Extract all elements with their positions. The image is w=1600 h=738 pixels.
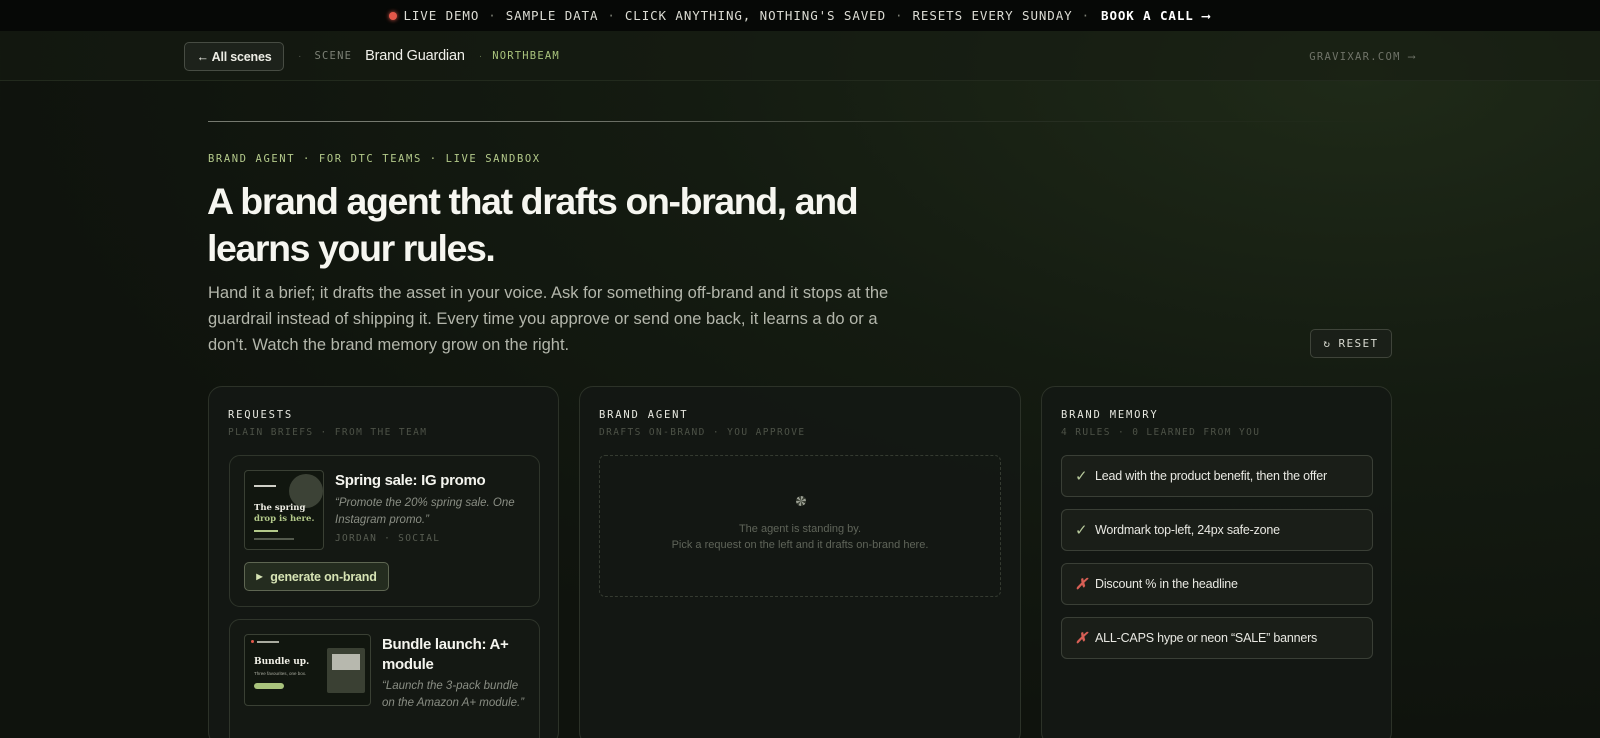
panel-subtitle: DRAFTS ON-BRAND · YOU APPROVE bbox=[599, 427, 806, 438]
request-title: Spring sale: IG promo bbox=[335, 472, 486, 489]
empty-state-title: The agent is standing by. bbox=[738, 523, 862, 535]
thumbnail-headline: The spring drop is here. bbox=[254, 503, 315, 524]
memory-rule-dont: ✗ ALL-CAPS hype or neon “SALE” banners bbox=[1061, 617, 1373, 659]
hero-divider bbox=[208, 121, 1391, 122]
thumbnail-wordmark bbox=[254, 485, 276, 487]
panel-title: BRAND MEMORY bbox=[1061, 409, 1159, 421]
scene-name: Brand Guardian bbox=[365, 48, 465, 64]
site-link[interactable]: GRAVIXAR.COM ⟶ bbox=[1309, 51, 1416, 63]
memory-rule-do: ✓ Lead with the product benefit, then th… bbox=[1061, 455, 1373, 497]
asset-thumbnail: Bundle up. Three favourites, one box. bbox=[244, 634, 371, 706]
breadcrumb: · SCENE Brand Guardian · NORTHBEAM bbox=[298, 48, 560, 64]
rule-text: ALL-CAPS hype or neon “SALE” banners bbox=[1095, 631, 1318, 645]
play-icon: ▶ bbox=[256, 572, 263, 581]
thumbnail-caption bbox=[254, 538, 294, 540]
cross-icon: ✗ bbox=[1075, 630, 1088, 647]
request-quote: “Launch the 3-pack bundle on the Amazon … bbox=[382, 680, 525, 709]
thumbnail-brand-dot bbox=[251, 640, 254, 643]
memory-rule-do: ✓ Wordmark top-left, 24px safe-zone bbox=[1061, 509, 1373, 551]
panel-subtitle: PLAIN BRIEFS · FROM THE TEAM bbox=[228, 427, 428, 438]
thumbnail-rule bbox=[254, 530, 278, 532]
panel-title: REQUESTS bbox=[228, 409, 293, 421]
requests-panel: REQUESTS PLAIN BRIEFS · FROM THE TEAM Th… bbox=[208, 386, 559, 738]
request-quote: “Promote the 20% spring sale. One Instag… bbox=[335, 497, 515, 526]
scene-header: ← All scenes · SCENE Brand Guardian · NO… bbox=[0, 31, 1600, 81]
breadcrumb-separator: · bbox=[298, 50, 302, 62]
brand-agent-panel: BRAND AGENT DRAFTS ON-BRAND · YOU APPROV… bbox=[579, 386, 1021, 738]
request-card-spring-sale[interactable]: The spring drop is here. Spring sale: IG… bbox=[229, 455, 540, 607]
thumbnail-headline: Bundle up. bbox=[254, 657, 310, 667]
memory-rule-dont: ✗ Discount % in the headline bbox=[1061, 563, 1373, 605]
rule-text: Wordmark top-left, 24px safe-zone bbox=[1095, 523, 1280, 537]
demo-banner: LIVE DEMO · SAMPLE DATA · CLICK ANYTHING… bbox=[0, 0, 1600, 31]
scene-kicker: SCENE bbox=[314, 50, 353, 62]
banner-live: LIVE DEMO bbox=[403, 8, 480, 23]
check-icon: ✓ bbox=[1075, 468, 1088, 485]
breadcrumb-separator: · bbox=[478, 50, 483, 62]
all-scenes-button[interactable]: ← All scenes bbox=[184, 42, 284, 71]
thumbnail-cta-pill bbox=[254, 683, 284, 689]
thumbnail-product-panel bbox=[327, 648, 365, 693]
banner-resets: RESETS EVERY SUNDAY bbox=[912, 8, 1073, 23]
request-title: Bundle launch: A+ module bbox=[382, 636, 509, 673]
generate-on-brand-button[interactable]: ▶ generate on-brand bbox=[244, 562, 389, 591]
reset-icon: ↻ bbox=[1323, 337, 1332, 350]
thumbnail-product-image bbox=[332, 654, 360, 670]
hero-subtitle: Hand it a brief; it drafts the asset in … bbox=[208, 284, 889, 354]
banner-separator: · bbox=[607, 8, 616, 23]
rule-text: Discount % in the headline bbox=[1095, 577, 1238, 591]
thumbnail-subline: Three favourites, one box. bbox=[254, 671, 307, 676]
generate-label: generate on-brand bbox=[270, 569, 377, 584]
panel-title: BRAND AGENT bbox=[599, 409, 689, 421]
banner-sample: SAMPLE DATA bbox=[505, 8, 599, 23]
empty-state-hint: Pick a request on the left and it drafts… bbox=[671, 539, 929, 551]
panel-subtitle: 4 RULES · 0 LEARNED FROM YOU bbox=[1061, 427, 1261, 438]
request-meta: JORDAN · SOCIAL bbox=[335, 533, 441, 544]
thumbnail-wordmark bbox=[257, 641, 279, 643]
check-icon: ✓ bbox=[1075, 522, 1088, 539]
book-a-call-link[interactable]: BOOK A CALL ⟶ bbox=[1101, 8, 1211, 23]
asset-thumbnail: The spring drop is here. bbox=[244, 470, 324, 550]
banner-separator: · bbox=[1081, 8, 1091, 23]
page-title: A brand agent that drafts on-brand, and … bbox=[207, 180, 859, 269]
live-indicator-icon bbox=[389, 11, 398, 20]
hero-kicker: BRAND AGENT · FOR DTC TEAMS · LIVE SANDB… bbox=[208, 153, 541, 165]
cross-icon: ✗ bbox=[1075, 576, 1088, 593]
brand-tag: NORTHBEAM bbox=[492, 50, 560, 62]
agent-empty-state: The agent is standing by. Pick a request… bbox=[599, 455, 1001, 597]
reset-button[interactable]: ↻ RESET bbox=[1310, 329, 1392, 358]
brand-memory-panel: BRAND MEMORY 4 RULES · 0 LEARNED FROM YO… bbox=[1041, 386, 1392, 738]
request-card-bundle-launch[interactable]: Bundle up. Three favourites, one box. Bu… bbox=[229, 619, 540, 738]
rule-text: Lead with the product benefit, then the … bbox=[1095, 469, 1327, 483]
banner-separator: · bbox=[488, 8, 497, 23]
reset-label: RESET bbox=[1338, 337, 1379, 350]
banner-click: CLICK ANYTHING, NOTHING'S SAVED bbox=[624, 8, 887, 23]
banner-separator: · bbox=[895, 8, 904, 23]
standby-spinner-icon bbox=[796, 496, 806, 506]
